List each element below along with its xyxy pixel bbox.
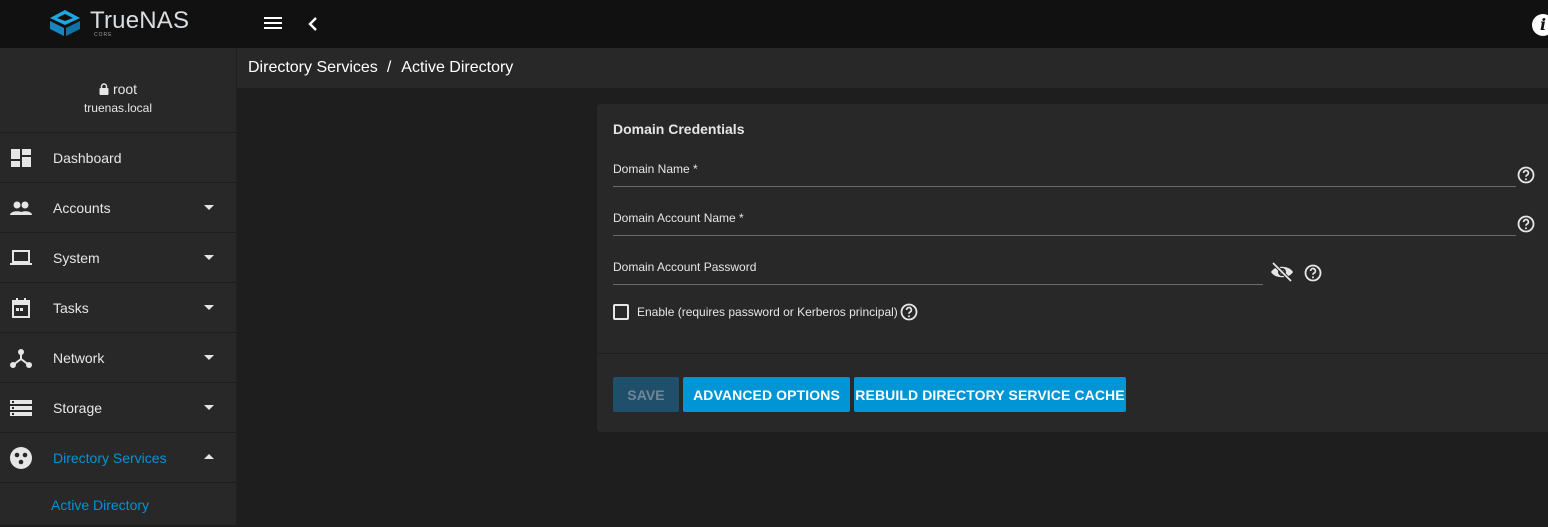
sidebar-item-label: System: [53, 249, 100, 266]
breadcrumb: Directory Services / Active Directory: [237, 48, 1548, 88]
user-name: root: [112, 81, 138, 97]
sidebar-item-label: Storage: [53, 399, 103, 416]
domain-account-name-label: Domain Account Name *: [613, 211, 744, 225]
sidebar: root truenas.local Dashboard Accounts Sy…: [0, 48, 237, 525]
info-button[interactable]: i: [1532, 14, 1548, 36]
network-icon: [10, 347, 32, 369]
sidebar-item-dashboard[interactable]: Dashboard: [0, 133, 236, 183]
enable-checkbox-label: Enable (requires password or Kerberos pr…: [637, 305, 898, 319]
user-block: root truenas.local: [0, 48, 236, 133]
rebuild-cache-button[interactable]: REBUILD DIRECTORY SERVICE CACHE: [854, 377, 1126, 412]
caret-up-icon: [204, 454, 214, 459]
domain-account-name-field[interactable]: Domain Account Name *: [613, 206, 1516, 236]
breadcrumb-current: Active Directory: [401, 59, 514, 76]
truenas-logo-icon: [50, 10, 80, 36]
caret-down-icon: [204, 405, 214, 410]
advanced-options-button[interactable]: ADVANCED OPTIONS: [683, 377, 850, 412]
domain-account-password-field[interactable]: Domain Account Password: [613, 255, 1263, 285]
breadcrumb-parent[interactable]: Directory Services: [248, 59, 378, 77]
sidebar-item-label: Tasks: [53, 299, 89, 316]
calendar-icon: [10, 297, 32, 319]
help-icon[interactable]: [1304, 264, 1322, 282]
help-icon[interactable]: [1517, 215, 1535, 233]
collapse-sidebar-button[interactable]: [305, 13, 321, 35]
domain-account-password-label: Domain Account Password: [613, 260, 757, 274]
user-host: truenas.local: [83, 101, 153, 115]
storage-icon: [10, 397, 32, 419]
laptop-icon: [10, 247, 32, 269]
people-icon: [10, 197, 32, 219]
caret-down-icon: [204, 355, 214, 360]
lock-icon: [99, 83, 109, 95]
domain-name-label: Domain Name *: [613, 162, 698, 176]
sidebar-item-label: Dashboard: [53, 149, 122, 166]
dashboard-icon: [10, 147, 32, 169]
enable-checkbox[interactable]: [613, 304, 629, 320]
sidebar-item-network[interactable]: Network: [0, 333, 236, 383]
caret-down-icon: [204, 205, 214, 210]
sidebar-item-tasks[interactable]: Tasks: [0, 283, 236, 333]
help-icon[interactable]: [900, 303, 918, 321]
sidebar-item-directory-services[interactable]: Directory Services: [0, 433, 236, 483]
logo-subtext: CORE: [94, 32, 113, 38]
logo-text: TrueNAS: [90, 7, 190, 34]
truenas-logo[interactable]: TrueNAS: [46, 8, 189, 40]
sidebar-subitem-active-directory[interactable]: Active Directory: [0, 483, 236, 527]
divider: [597, 353, 1548, 354]
directory-icon: [10, 446, 32, 469]
save-button[interactable]: SAVE: [613, 377, 679, 412]
caret-down-icon: [204, 255, 214, 260]
sidebar-item-label: Network: [53, 349, 105, 366]
sidebar-item-storage[interactable]: Storage: [0, 383, 236, 433]
caret-down-icon: [204, 305, 214, 310]
sidebar-item-label: Accounts: [53, 199, 111, 216]
sidebar-item-system[interactable]: System: [0, 233, 236, 283]
menu-toggle-button[interactable]: [262, 14, 284, 34]
sidebar-item-accounts[interactable]: Accounts: [0, 183, 236, 233]
chevron-left-icon: [308, 17, 317, 31]
card-title: Domain Credentials: [613, 121, 745, 137]
domain-name-field[interactable]: Domain Name *: [613, 157, 1516, 187]
breadcrumb-separator: /: [386, 59, 392, 76]
sidebar-item-label: Directory Services: [53, 449, 167, 466]
help-icon[interactable]: [1517, 166, 1535, 184]
visibility-off-icon[interactable]: [1270, 262, 1294, 282]
domain-credentials-card: Domain Credentials Domain Name * Domain …: [597, 104, 1548, 432]
top-bar: TrueNAS CORE i: [0, 0, 1548, 48]
user-name-row: root: [0, 81, 236, 97]
